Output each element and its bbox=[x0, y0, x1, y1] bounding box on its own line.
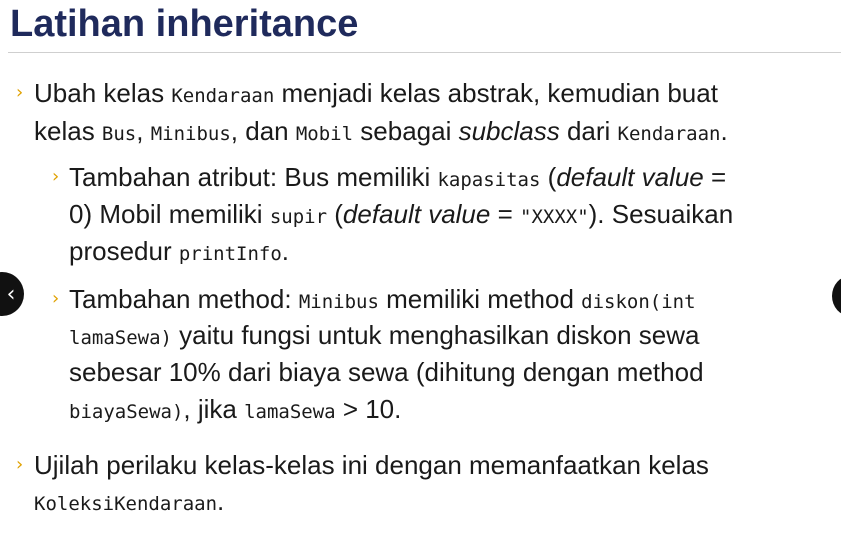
bullet-marker: › bbox=[16, 454, 24, 475]
bullet-3-line-4: biayaSewa), jika lamaSewa > 10. bbox=[69, 394, 402, 424]
title-divider bbox=[8, 52, 841, 53]
bullet-3-line-2: lamaSewa) yaitu fungsi untuk menghasilka… bbox=[69, 320, 700, 350]
bullet-2-line-3: prosedur printInfo. bbox=[69, 236, 290, 266]
bullet-1-line-1: Ubah kelas Kendaraan menjadi kelas abstr… bbox=[34, 78, 718, 108]
bullet-2-line-1: Tambahan atribut: Bus memiliki kapasitas… bbox=[69, 162, 727, 192]
slide-title: Latihan inheritance bbox=[10, 3, 359, 45]
bullet-4-line-1: Ujilah perilaku kelas-kelas ini dengan m… bbox=[34, 450, 709, 480]
bullet-1-line-2: kelas Bus, Minibus, dan Mobil sebagai su… bbox=[34, 116, 728, 146]
bullet-4-line-2: KoleksiKendaraan. bbox=[34, 486, 225, 516]
bullet-2-line-2: 0) Mobil memiliki supir (default value =… bbox=[69, 199, 734, 229]
bullet-3-line-3: sebesar 10% dari biaya sewa (dihitung de… bbox=[69, 357, 704, 387]
next-slide-button[interactable] bbox=[832, 276, 841, 316]
previous-slide-button[interactable]: ‹ bbox=[0, 272, 24, 316]
bullet-3-line-1: Tambahan method: Minibus memiliki method… bbox=[69, 284, 696, 314]
bullet-marker: › bbox=[16, 82, 24, 103]
sub-bullet-marker: › bbox=[52, 166, 60, 187]
chevron-left-icon: ‹ bbox=[6, 281, 16, 307]
sub-bullet-marker: › bbox=[52, 288, 60, 309]
